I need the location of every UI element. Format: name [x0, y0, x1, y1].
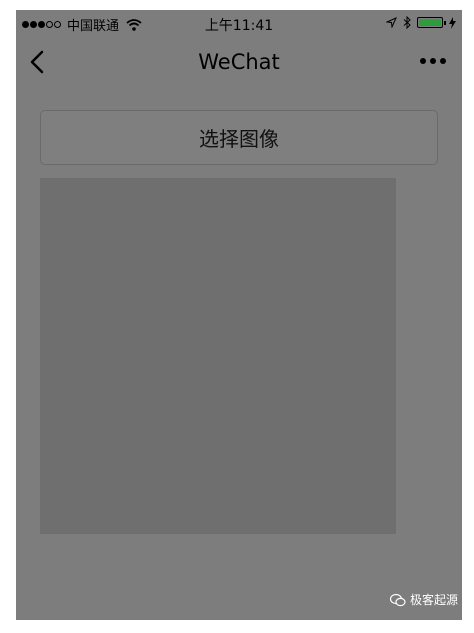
phone-screen: 中国联通 上午11:41 WeChat 选择图像 极客起源 — [16, 10, 462, 620]
watermark: 极客起源 — [389, 591, 458, 608]
navigation-bar: WeChat — [16, 36, 462, 88]
more-options-icon[interactable] — [420, 58, 446, 64]
watermark-text: 极客起源 — [409, 593, 458, 607]
wechat-logo-icon — [389, 593, 406, 606]
location-icon — [386, 17, 397, 28]
status-right — [386, 16, 456, 29]
status-bar: 中国联通 上午11:41 — [16, 10, 462, 36]
image-preview — [40, 178, 396, 534]
bluetooth-icon — [403, 16, 411, 29]
battery-icon — [417, 17, 446, 28]
page-title: WeChat — [198, 50, 280, 74]
battery-fill — [419, 19, 441, 26]
charging-icon — [449, 16, 456, 29]
choose-image-button[interactable]: 选择图像 — [40, 110, 438, 165]
